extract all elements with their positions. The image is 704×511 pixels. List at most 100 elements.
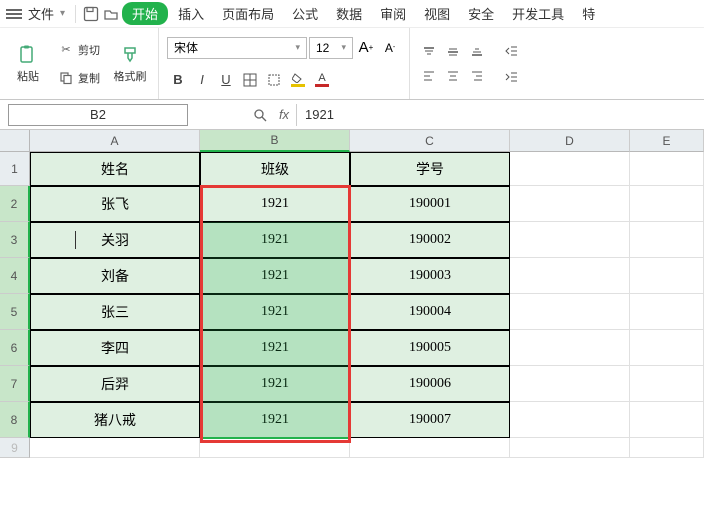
fx-icon[interactable]: fx: [272, 107, 296, 122]
decrease-font-button[interactable]: A-: [379, 37, 401, 59]
cell[interactable]: [350, 438, 510, 458]
align-left-button[interactable]: [418, 65, 440, 87]
align-right-button[interactable]: [466, 65, 488, 87]
row-header[interactable]: 7: [0, 366, 30, 402]
cell[interactable]: [630, 222, 704, 258]
cell[interactable]: [510, 152, 630, 186]
cell[interactable]: [510, 258, 630, 294]
cell[interactable]: 班级: [200, 152, 350, 186]
cell[interactable]: 后羿: [30, 366, 200, 402]
font-name-select[interactable]: 宋体 ▾: [167, 37, 307, 59]
cell[interactable]: [510, 366, 630, 402]
cell[interactable]: 1921: [200, 366, 350, 402]
font-color-button[interactable]: A: [311, 69, 333, 91]
cell[interactable]: [200, 438, 350, 458]
format-painter-button[interactable]: 格式刷: [110, 36, 150, 92]
cell[interactable]: 关羽: [30, 222, 200, 258]
cell[interactable]: [510, 294, 630, 330]
align-bottom-button[interactable]: [466, 41, 488, 63]
col-header-c[interactable]: C: [350, 130, 510, 152]
cell[interactable]: [630, 366, 704, 402]
name-box[interactable]: B2: [8, 104, 188, 126]
cell[interactable]: [30, 438, 200, 458]
tab-view[interactable]: 视图: [416, 4, 458, 23]
col-header-b[interactable]: B: [200, 130, 350, 152]
underline-button[interactable]: U: [215, 69, 237, 91]
cell[interactable]: [630, 438, 704, 458]
align-middle-button[interactable]: [442, 41, 464, 63]
cell[interactable]: [630, 294, 704, 330]
row-header[interactable]: 1: [0, 152, 30, 186]
cell[interactable]: 1921: [200, 402, 350, 438]
cell[interactable]: 190001: [350, 186, 510, 222]
cell[interactable]: 1921: [200, 330, 350, 366]
cell[interactable]: 190005: [350, 330, 510, 366]
cell[interactable]: 190002: [350, 222, 510, 258]
italic-button[interactable]: I: [191, 69, 213, 91]
cell[interactable]: 1921: [200, 222, 350, 258]
save-icon[interactable]: [82, 5, 100, 23]
col-header-e[interactable]: E: [630, 130, 704, 152]
cell[interactable]: 190006: [350, 366, 510, 402]
fill-color-button[interactable]: [287, 69, 309, 91]
cell[interactable]: [510, 330, 630, 366]
chevron-down-icon[interactable]: ▾: [60, 8, 69, 19]
decrease-indent-button[interactable]: [500, 40, 522, 62]
row-header[interactable]: 2: [0, 186, 30, 222]
cell[interactable]: 190003: [350, 258, 510, 294]
select-all-corner[interactable]: [0, 130, 30, 152]
cell-active[interactable]: 1921: [200, 186, 350, 222]
cell[interactable]: 姓名: [30, 152, 200, 186]
cell[interactable]: [510, 186, 630, 222]
increase-font-button[interactable]: A+: [355, 37, 377, 59]
cell[interactable]: 张三: [30, 294, 200, 330]
cell[interactable]: 猪八戒: [30, 402, 200, 438]
cell[interactable]: 李四: [30, 330, 200, 366]
row-header[interactable]: 8: [0, 402, 30, 438]
cell[interactable]: 张飞: [30, 186, 200, 222]
border-button[interactable]: [239, 69, 261, 91]
tab-formula[interactable]: 公式: [284, 4, 326, 23]
paste-button[interactable]: 粘贴: [8, 36, 48, 92]
tab-start[interactable]: 开始: [122, 2, 168, 25]
cell[interactable]: 1921: [200, 294, 350, 330]
cell[interactable]: 190004: [350, 294, 510, 330]
cell[interactable]: 刘备: [30, 258, 200, 294]
tab-layout[interactable]: 页面布局: [214, 4, 282, 23]
cell[interactable]: [630, 258, 704, 294]
row-header[interactable]: 5: [0, 294, 30, 330]
cell[interactable]: [630, 402, 704, 438]
tab-extra[interactable]: 特: [574, 4, 603, 23]
font-size-select[interactable]: 12 ▾: [309, 37, 353, 59]
cell[interactable]: [510, 402, 630, 438]
col-header-d[interactable]: D: [510, 130, 630, 152]
row-header[interactable]: 6: [0, 330, 30, 366]
row-header[interactable]: 9: [0, 438, 30, 458]
tab-devtools[interactable]: 开发工具: [504, 4, 572, 23]
col-header-a[interactable]: A: [30, 130, 200, 152]
cell[interactable]: [510, 438, 630, 458]
copy-button[interactable]: 复制: [54, 66, 104, 90]
increase-indent-button[interactable]: [500, 66, 522, 88]
bold-button[interactable]: B: [167, 69, 189, 91]
row-header[interactable]: 3: [0, 222, 30, 258]
tab-security[interactable]: 安全: [460, 4, 502, 23]
search-icon[interactable]: [248, 108, 272, 122]
cell[interactable]: [630, 152, 704, 186]
row-header[interactable]: 4: [0, 258, 30, 294]
cell[interactable]: 1921: [200, 258, 350, 294]
cut-button[interactable]: ✂ 剪切: [54, 38, 104, 62]
tab-review[interactable]: 审阅: [372, 4, 414, 23]
formula-input[interactable]: 1921: [296, 104, 704, 126]
tab-insert[interactable]: 插入: [170, 4, 212, 23]
cell[interactable]: [510, 222, 630, 258]
cell[interactable]: 学号: [350, 152, 510, 186]
cell[interactable]: [630, 186, 704, 222]
hamburger-icon[interactable]: [6, 9, 22, 19]
cell[interactable]: [630, 330, 704, 366]
align-top-button[interactable]: [418, 41, 440, 63]
file-menu[interactable]: 文件: [24, 4, 58, 23]
cell[interactable]: 190007: [350, 402, 510, 438]
open-icon[interactable]: [102, 5, 120, 23]
border-style-button[interactable]: [263, 69, 285, 91]
